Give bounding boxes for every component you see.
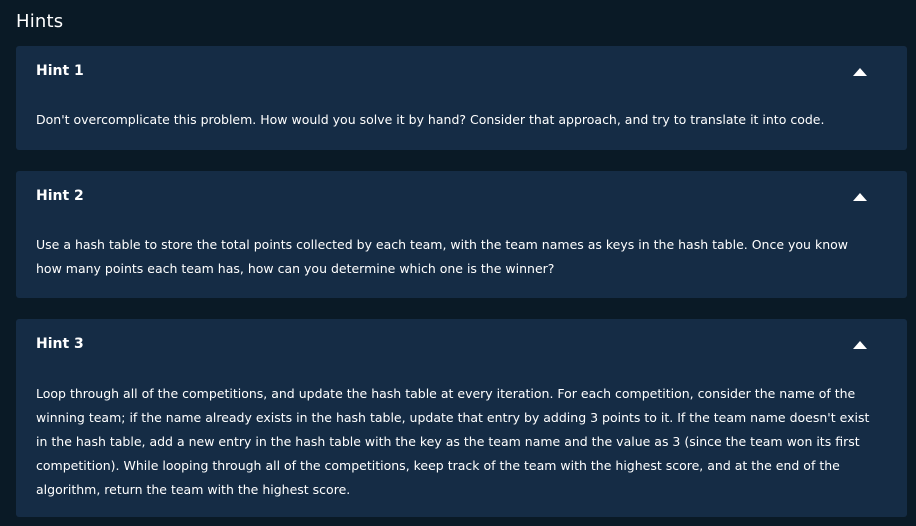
hint-3-header[interactable]: Hint 3: [36, 319, 887, 371]
hint-1-header[interactable]: Hint 1: [36, 46, 887, 98]
hint-3-text: Loop through all of the competitions, an…: [36, 386, 870, 497]
hint-card-1: Hint 1 Don't overcomplicate this problem…: [16, 46, 907, 150]
hint-card-3: Hint 3 Loop through all of the competiti…: [16, 319, 907, 517]
section-title: Hints: [16, 11, 64, 32]
hint-card-2: Hint 2 Use a hash table to store the tot…: [16, 171, 907, 298]
hint-1-text: Don't overcomplicate this problem. How w…: [36, 112, 825, 127]
hint-2-text: Use a hash table to store the total poin…: [36, 237, 848, 276]
caret-up-icon[interactable]: [853, 193, 867, 201]
hints-page: Hints Hint 1 Don't overcomplicate this p…: [0, 0, 916, 526]
hint-2-title: Hint 2: [36, 188, 84, 204]
hint-2-header[interactable]: Hint 2: [36, 171, 887, 223]
hint-1-title: Hint 1: [36, 63, 84, 79]
caret-up-icon[interactable]: [853, 68, 867, 76]
hint-3-title: Hint 3: [36, 336, 84, 352]
caret-up-icon[interactable]: [853, 341, 867, 349]
